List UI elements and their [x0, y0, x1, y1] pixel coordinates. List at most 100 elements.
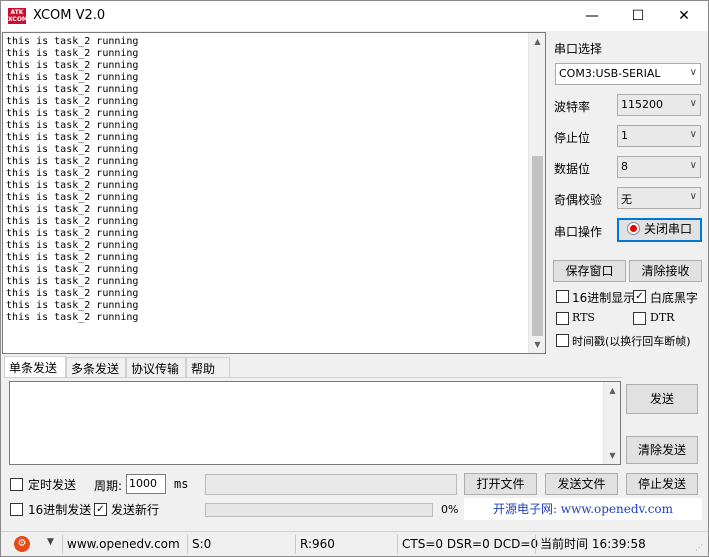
receive-line: this is task_2 running	[6, 108, 139, 119]
progress-percent: 0%	[441, 503, 459, 516]
white-bg-label: 白底黑字	[650, 291, 699, 305]
chevron-down-icon: ∨	[689, 67, 697, 78]
stop-bits-select[interactable]: 1 ∨	[617, 125, 701, 147]
stop-send-button[interactable]: 停止发送	[626, 473, 698, 495]
scroll-down-icon[interactable]: ▼	[529, 336, 546, 353]
receive-line: this is task_2 running	[6, 312, 139, 323]
port-select-label: 串口选择	[554, 42, 603, 56]
app-window: ATK XCOM XCOM V2.0 — ☐ ✕ this is task_2 …	[0, 0, 709, 557]
tab-help[interactable]: 帮助	[186, 357, 230, 377]
settings-gear-icon[interactable]: ⚙	[14, 536, 30, 552]
chevron-down-icon: ∨	[689, 160, 697, 171]
modem-signals: CTS=0 DSR=0 DCD=0	[397, 535, 538, 554]
white-bg-checkbox[interactable]: ✓	[633, 290, 646, 303]
port-operation-label: 串口操作	[554, 225, 603, 239]
period-input[interactable]: 1000	[126, 474, 166, 494]
timestamp-checkbox[interactable]	[556, 334, 569, 347]
receive-line: this is task_2 running	[6, 168, 139, 179]
receive-line: this is task_2 running	[6, 144, 139, 155]
app-logo-icon: ATK XCOM	[8, 8, 28, 24]
receive-line: this is task_2 running	[6, 252, 139, 263]
parity-select[interactable]: 无 ∨	[617, 187, 701, 209]
receive-scrollbar[interactable]: ▲ ▼	[528, 33, 545, 353]
resize-grip-icon[interactable]: ⋰	[695, 543, 705, 553]
stop-bits-value: 1	[621, 129, 628, 142]
receive-line: this is task_2 running	[6, 84, 139, 95]
timestamp-label: 时间戳(以换行回车断帧)	[572, 335, 691, 348]
receive-textarea[interactable]: this is task_2 running this is task_2 run…	[2, 32, 546, 354]
tab-single-send[interactable]: 单条发送	[4, 356, 66, 378]
receive-line: this is task_2 running	[6, 132, 139, 143]
period-label: 周期:	[94, 479, 123, 493]
title-bar: ATK XCOM XCOM V2.0 — ☐ ✕	[1, 1, 708, 31]
receive-line: this is task_2 running	[6, 240, 139, 251]
save-window-button[interactable]: 保存窗口	[553, 260, 626, 282]
hex-display-checkbox[interactable]	[556, 290, 569, 303]
time-value: 16:39:58	[591, 537, 646, 551]
hex-display-label: 16进制显示	[572, 291, 636, 305]
chevron-down-icon: ∨	[689, 98, 697, 109]
port-select[interactable]: COM3:USB-SERIAL ∨	[555, 63, 701, 85]
send-newline-label: 发送新行	[111, 503, 160, 517]
receive-line: this is task_2 running	[6, 288, 139, 299]
scroll-down-icon[interactable]: ▼	[604, 447, 621, 464]
tab-protocol[interactable]: 协议传输	[126, 357, 186, 377]
receive-line: this is task_2 running	[6, 120, 139, 131]
close-window-button[interactable]: ✕	[661, 1, 707, 31]
data-bits-value: 8	[621, 160, 628, 173]
receive-line: this is task_2 running	[6, 60, 139, 71]
file-path-field[interactable]	[205, 474, 457, 495]
data-bits-select[interactable]: 8 ∨	[617, 156, 701, 178]
window-title: XCOM V2.0	[33, 8, 106, 23]
website-link[interactable]: www.openedv.com	[62, 535, 180, 554]
close-port-button[interactable]: 关闭串口	[617, 218, 702, 242]
tab-divider	[4, 377, 622, 378]
clear-send-button[interactable]: 清除发送	[626, 436, 698, 464]
chevron-down-icon: ∨	[689, 129, 697, 140]
openedv-link[interactable]: 开源电子网: www.openedv.com	[464, 498, 702, 520]
send-scrollbar[interactable]: ▲ ▼	[603, 382, 620, 464]
receive-line: this is task_2 running	[6, 180, 139, 191]
period-unit: ms	[174, 477, 189, 491]
send-file-button[interactable]: 发送文件	[545, 473, 618, 495]
receive-line: this is task_2 running	[6, 264, 139, 275]
hex-send-label: 16进制发送	[28, 503, 92, 517]
scroll-up-icon[interactable]: ▲	[604, 382, 621, 399]
baud-select[interactable]: 115200 ∨	[617, 94, 701, 116]
maximize-button[interactable]: ☐	[615, 1, 661, 31]
timed-send-label: 定时发送	[28, 478, 77, 492]
parity-value: 无	[621, 193, 632, 206]
chevron-down-icon: ∨	[689, 191, 697, 202]
scrollbar-thumb[interactable]	[532, 156, 543, 336]
timed-send-checkbox[interactable]	[10, 478, 23, 491]
current-time: 当前时间 16:39:58	[535, 535, 646, 554]
dtr-label: DTR	[650, 311, 675, 324]
logo-text-top: ATK	[10, 9, 24, 16]
scroll-up-icon[interactable]: ▲	[529, 33, 546, 50]
receive-line: this is task_2 running	[6, 36, 139, 47]
receive-line: this is task_2 running	[6, 216, 139, 227]
dtr-checkbox[interactable]	[633, 312, 646, 325]
status-menu-arrow-icon[interactable]: ▼	[47, 537, 54, 547]
receive-line: this is task_2 running	[6, 48, 139, 59]
record-dot-icon	[626, 222, 640, 235]
rts-checkbox[interactable]	[556, 312, 569, 325]
tab-multi-send[interactable]: 多条发送	[66, 357, 126, 377]
send-textarea[interactable]: ▲ ▼	[9, 381, 621, 465]
parity-label: 奇偶校验	[554, 193, 603, 207]
open-file-button[interactable]: 打开文件	[464, 473, 537, 495]
port-select-value: COM3:USB-SERIAL	[559, 67, 661, 80]
send-newline-checkbox[interactable]: ✓	[94, 503, 107, 516]
receive-line: this is task_2 running	[6, 204, 139, 215]
stop-bits-label: 停止位	[554, 131, 591, 145]
minimize-button[interactable]: —	[569, 1, 615, 31]
received-count: R:960	[295, 535, 335, 554]
time-label: 当前时间	[540, 537, 589, 551]
receive-line: this is task_2 running	[6, 300, 139, 311]
hex-send-checkbox[interactable]	[10, 503, 23, 516]
clear-receive-button[interactable]: 清除接收	[629, 260, 702, 282]
status-bar: ⚙ ▼ www.openedv.com S:0 R:960 CTS=0 DSR=…	[1, 531, 708, 556]
send-button[interactable]: 发送	[626, 384, 698, 414]
logo-text-bottom: XCOM	[8, 16, 28, 23]
receive-line: this is task_2 running	[6, 276, 139, 287]
